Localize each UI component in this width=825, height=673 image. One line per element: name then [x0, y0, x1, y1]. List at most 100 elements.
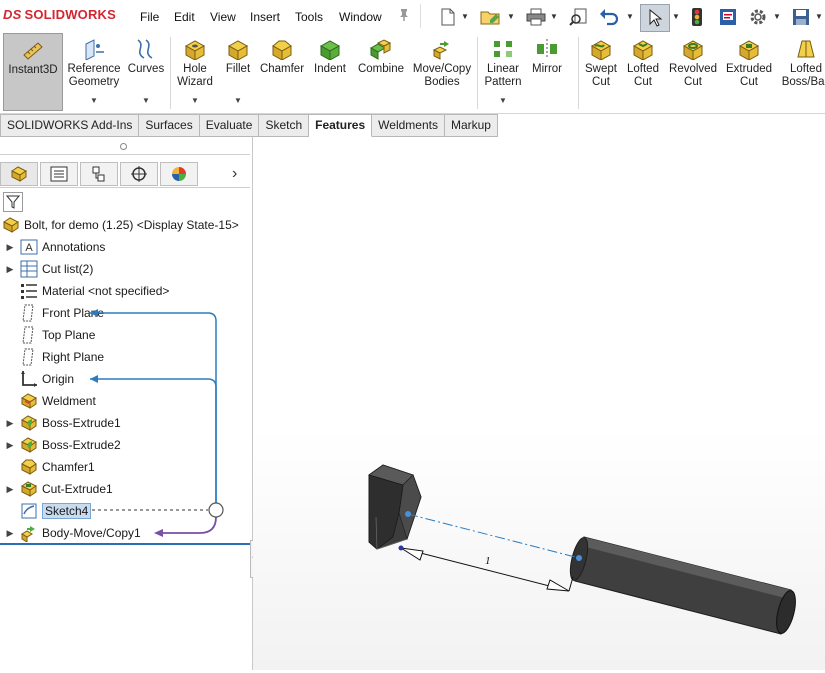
swept-cut-button[interactable]: Swept Cut: [582, 33, 620, 113]
mirror-label: Mirror: [531, 63, 563, 75]
reference-geometry-button[interactable]: Reference Geometry ▼: [66, 33, 122, 113]
options-icon[interactable]: [746, 4, 770, 30]
lofted-cut-button[interactable]: Lofted Cut: [622, 33, 664, 113]
lofted-cut-icon: [632, 40, 654, 60]
lofted-boss-label-1: Lofted: [790, 63, 822, 75]
open-dropdown-icon[interactable]: ▼: [507, 12, 515, 21]
move-copy-icon: [432, 41, 449, 60]
reference-geometry-icon: [85, 39, 104, 60]
print-icon[interactable]: [524, 4, 548, 30]
curves-icon: [137, 39, 153, 59]
move-copy-label-1: Move/Copy: [412, 63, 472, 75]
combine-label: Combine: [357, 63, 405, 75]
chamfer-button[interactable]: Chamfer: [258, 33, 306, 113]
revolved-cut-button[interactable]: Revolved Cut: [666, 33, 720, 113]
save-icon[interactable]: [790, 4, 812, 30]
instant3d-button[interactable]: Instant3D: [3, 33, 63, 111]
hole-wizard-label-1: Hole: [183, 63, 207, 75]
toolbar-separator: [578, 37, 579, 109]
menu-tools[interactable]: Tools: [295, 10, 323, 24]
mirror-button[interactable]: Mirror: [527, 33, 567, 113]
toolbar-separator: [477, 37, 478, 109]
dimension-label[interactable]: 1: [485, 555, 491, 567]
menu-window[interactable]: Window: [339, 10, 382, 24]
origin-relation-line: [90, 378, 217, 509]
command-manager: Instant3D Reference Geometry ▼ Curves ▼ …: [0, 33, 825, 114]
solidworks-logo[interactable]: DS SOLIDWORKS: [3, 7, 116, 22]
options-dropdown-icon[interactable]: ▼: [773, 12, 781, 21]
hole-wizard-icon: [184, 40, 206, 60]
curves-dropdown-icon[interactable]: ▼: [142, 94, 150, 107]
lofted-boss-icon: [797, 40, 815, 58]
lofted-boss-label-2: Boss/Bas: [781, 76, 825, 88]
feature-manager-panel: › Bolt, for demo (1.25) <Display State-1…: [0, 137, 258, 670]
select-icon[interactable]: [640, 4, 670, 32]
extruded-cut-label-1: Extruded: [725, 63, 773, 75]
graphics-viewport[interactable]: 1: [253, 137, 825, 670]
indent-label: Indent: [314, 63, 346, 75]
move-copy-bodies-button[interactable]: Move/Copy Bodies: [410, 33, 474, 113]
lofted-boss-base-button[interactable]: Lofted Boss/Bas: [778, 33, 825, 113]
tab-weldments[interactable]: Weldments: [372, 114, 445, 137]
curves-button[interactable]: Curves ▼: [124, 33, 168, 113]
instant3d-icon: [23, 42, 43, 60]
move-copy-label-2: Bodies: [424, 76, 460, 88]
undo-icon[interactable]: [597, 4, 621, 30]
revolved-cut-icon: [682, 40, 704, 60]
ds-logo-mark: DS: [3, 7, 22, 22]
revolved-cut-label-2: Cut: [684, 76, 702, 88]
tab-sketch[interactable]: Sketch: [259, 114, 310, 137]
linear-pattern-button[interactable]: Linear Pattern ▼: [481, 33, 525, 113]
indent-button[interactable]: Indent: [308, 33, 352, 113]
fillet-button[interactable]: Fillet ▼: [220, 33, 256, 113]
linear-pattern-label-1: Linear: [487, 63, 519, 75]
origin-arrowhead: [90, 375, 98, 383]
mirror-icon: [537, 39, 557, 59]
menu-file[interactable]: File: [140, 10, 159, 24]
tab-surfaces[interactable]: Surfaces: [139, 114, 200, 137]
menu-view[interactable]: View: [210, 10, 236, 24]
new-icon[interactable]: [437, 4, 459, 30]
linear-pattern-label-2: Pattern: [484, 76, 522, 88]
file-properties-icon[interactable]: [717, 4, 739, 30]
tab-features[interactable]: Features: [309, 114, 373, 137]
combine-button[interactable]: Combine: [355, 33, 407, 113]
curves-label: Curves: [127, 63, 165, 75]
find-icon[interactable]: [567, 4, 591, 30]
menu-edit[interactable]: Edit: [174, 10, 195, 24]
fillet-dropdown-icon[interactable]: ▼: [234, 94, 242, 107]
open-icon[interactable]: [479, 4, 503, 30]
tab-solidworks-add-ins[interactable]: SOLIDWORKS Add-Ins: [0, 114, 140, 137]
linear-pattern-dropdown-icon[interactable]: ▼: [499, 94, 507, 107]
new-dropdown-icon[interactable]: ▼: [461, 12, 469, 21]
tab-evaluate[interactable]: Evaluate: [199, 114, 260, 137]
select-dropdown-icon[interactable]: ▼: [672, 12, 680, 21]
linear-pattern-icon: [494, 41, 512, 57]
axis-point-start: [405, 511, 411, 517]
tab-markup[interactable]: Markup: [444, 114, 498, 137]
swept-cut-label-2: Cut: [592, 76, 610, 88]
hole-wizard-button[interactable]: Hole Wizard ▼: [173, 33, 217, 113]
reference-geometry-dropdown-icon[interactable]: ▼: [90, 94, 98, 107]
print-dropdown-icon[interactable]: ▼: [550, 12, 558, 21]
hole-wizard-label-2: Wizard: [177, 76, 213, 88]
front-plane-arrowhead: [90, 309, 98, 317]
hole-wizard-dropdown-icon[interactable]: ▼: [191, 94, 199, 107]
extruded-cut-icon: [738, 40, 760, 60]
fillet-label: Fillet: [225, 63, 251, 75]
toolbar-separator: [170, 37, 171, 109]
rollback-bar[interactable]: [0, 543, 250, 545]
traffic-light-icon[interactable]: [686, 4, 708, 30]
extruded-cut-button[interactable]: Extruded Cut: [722, 33, 776, 113]
save-dropdown-icon[interactable]: ▼: [815, 12, 823, 21]
lofted-cut-label-2: Cut: [634, 76, 652, 88]
indent-icon: [319, 40, 341, 60]
menu-divider: [420, 4, 421, 28]
lofted-cut-label-1: Lofted: [627, 63, 659, 75]
menu-insert[interactable]: Insert: [250, 10, 280, 24]
undo-dropdown-icon[interactable]: ▼: [626, 12, 634, 21]
command-manager-tabs: SOLIDWORKS Add-Ins Surfaces Evaluate Ske…: [0, 114, 498, 137]
axis-centerline: [407, 513, 580, 559]
fillet-icon: [227, 40, 249, 60]
pin-icon[interactable]: [397, 8, 411, 25]
